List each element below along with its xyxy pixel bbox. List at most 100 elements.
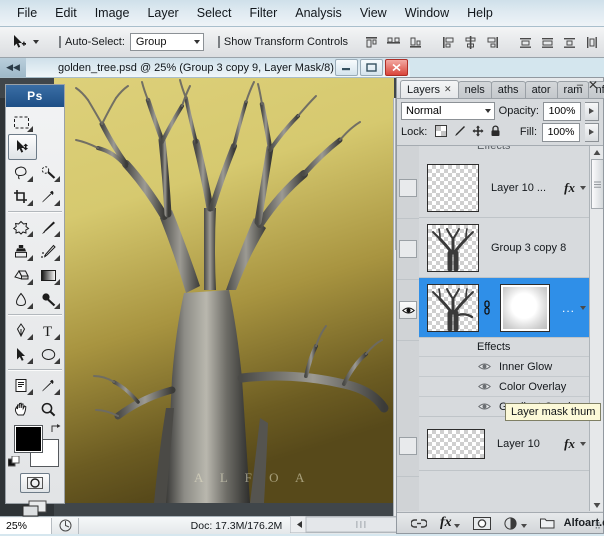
menu-item-view[interactable]: View — [351, 4, 396, 22]
align-left-edges-icon[interactable] — [439, 33, 458, 52]
effect-color-overlay[interactable]: Color Overlay — [419, 376, 590, 396]
new-group-icon[interactable] — [540, 517, 555, 529]
eye-icon[interactable] — [477, 380, 492, 393]
image-canvas[interactable]: A L F O A — [54, 78, 394, 503]
panel-close-icon[interactable]: ✕ — [588, 78, 598, 92]
layer-thumbnail[interactable] — [427, 224, 479, 272]
eye-icon[interactable] — [477, 400, 492, 413]
layer-mask-thumbnail[interactable] — [500, 284, 550, 332]
table-row[interactable]: ... — [419, 278, 590, 338]
effect-inner-glow[interactable]: Inner Glow — [419, 356, 590, 376]
lasso-tool[interactable] — [8, 160, 35, 184]
brush-tool[interactable] — [35, 215, 62, 239]
align-right-edges-icon[interactable] — [483, 33, 502, 52]
edit-in-quick-mask-mode-icon[interactable] — [20, 473, 50, 493]
menu-item-window[interactable]: Window — [396, 4, 458, 22]
scroll-up-arrow-icon[interactable] — [590, 146, 603, 158]
menu-item-layer[interactable]: Layer — [138, 4, 187, 22]
menu-item-help[interactable]: Help — [458, 4, 502, 22]
menu-item-image[interactable]: Image — [86, 4, 139, 22]
zoom-level-field[interactable]: 25% — [0, 518, 52, 534]
auto-select-checkbox[interactable] — [59, 36, 61, 48]
layer-name[interactable]: Layer 10 — [497, 438, 540, 450]
add-layer-mask-icon[interactable] — [473, 517, 491, 530]
layer-name[interactable]: ... — [562, 301, 575, 315]
ellipse-tool[interactable] — [35, 342, 62, 366]
layer-name[interactable]: Layer 10 ... — [491, 182, 546, 194]
horizontal-type-tool[interactable]: T — [35, 318, 62, 342]
layers-scroll-thumb[interactable] — [591, 159, 603, 209]
new-adjustment-layer-icon[interactable] — [504, 517, 527, 530]
align-horizontal-centers-icon[interactable] — [461, 33, 480, 52]
table-row[interactable]: Group 3 copy 8 — [419, 218, 590, 278]
expand-effects-chevron-icon[interactable] — [580, 442, 586, 446]
default-colors-icon[interactable] — [8, 456, 21, 469]
tab-paths[interactable]: aths — [491, 81, 526, 98]
menu-item-edit[interactable]: Edit — [46, 4, 86, 22]
layer-thumbnail[interactable] — [427, 164, 479, 212]
resize-grip-icon[interactable]: ⠿ — [594, 521, 601, 532]
distribute-vertical-centers-icon[interactable] — [538, 33, 557, 52]
lock-position-icon[interactable] — [472, 125, 484, 140]
document-title-bar[interactable]: ◀◀ golden_tree.psd @ 25% (Group 3 copy 9… — [0, 58, 410, 78]
gradient-tool[interactable] — [35, 263, 62, 287]
hand-tool[interactable] — [8, 397, 35, 421]
pen-tool[interactable] — [8, 318, 35, 342]
dodge-tool[interactable] — [35, 287, 62, 311]
notes-tool[interactable] — [8, 373, 35, 397]
scroll-down-arrow-icon[interactable] — [590, 499, 603, 511]
fill-field[interactable]: 100% — [542, 123, 580, 142]
quick-selection-tool[interactable] — [35, 160, 62, 184]
table-row[interactable]: Layer 10 ... fx — [419, 158, 590, 218]
crop-tool[interactable] — [8, 184, 35, 208]
show-transform-checkbox[interactable] — [218, 36, 220, 48]
lock-all-icon[interactable] — [490, 125, 501, 140]
link-mask-icon[interactable] — [482, 300, 492, 316]
auto-select-dropdown[interactable]: Group — [130, 33, 204, 51]
eraser-tool[interactable] — [8, 263, 35, 287]
move-tool[interactable] — [8, 134, 37, 160]
tool-preset-picker[interactable] — [4, 34, 45, 51]
panel-minimize-icon[interactable]: – — [577, 79, 583, 91]
status-preview-icon[interactable] — [52, 518, 79, 534]
layers-list[interactable]: Effects Layer 10 ... fx — [397, 145, 603, 511]
color-sampler-tool[interactable] — [35, 373, 62, 397]
visibility-toggle-group-3-copy-8[interactable] — [397, 219, 419, 280]
rectangular-marquee-tool[interactable] — [8, 110, 35, 134]
expand-effects-chevron-icon[interactable] — [580, 306, 586, 310]
path-selection-tool[interactable] — [8, 342, 35, 366]
minimize-button[interactable] — [335, 59, 358, 76]
distribute-left-edges-icon[interactable] — [582, 33, 601, 52]
opacity-slider-arrow-icon[interactable] — [585, 102, 599, 121]
layer-thumbnail[interactable] — [427, 284, 479, 332]
align-top-edges-icon[interactable] — [362, 33, 381, 52]
layer-thumbnail[interactable] — [427, 429, 485, 459]
tab-channels[interactable]: nels — [458, 81, 492, 98]
menu-item-analysis[interactable]: Analysis — [286, 4, 351, 22]
distribute-bottom-edges-icon[interactable] — [560, 33, 579, 52]
layers-scrollbar[interactable] — [589, 146, 603, 511]
blur-tool[interactable] — [8, 287, 35, 311]
lock-transparent-pixels-icon[interactable] — [435, 125, 447, 140]
fill-slider-arrow-icon[interactable] — [585, 123, 599, 142]
blend-mode-dropdown[interactable]: Normal — [401, 102, 495, 120]
close-icon[interactable]: ✕ — [444, 84, 452, 95]
visibility-toggle-layer-10-top[interactable] — [397, 158, 419, 219]
tab-histogram[interactable]: ram — [557, 81, 590, 98]
zoom-tool[interactable] — [35, 397, 62, 421]
align-vertical-centers-icon[interactable] — [384, 33, 403, 52]
lock-image-pixels-icon[interactable] — [453, 125, 466, 140]
clone-stamp-tool[interactable] — [8, 239, 35, 263]
expand-effects-chevron-icon[interactable] — [580, 186, 586, 190]
eye-icon[interactable] — [477, 360, 492, 373]
change-screen-mode-icon[interactable] — [20, 499, 50, 519]
foreground-color-swatch[interactable] — [14, 425, 43, 453]
link-layers-icon[interactable] — [411, 518, 427, 529]
tab-layers[interactable]: Layers ✕ — [400, 80, 459, 98]
align-bottom-edges-icon[interactable] — [406, 33, 425, 52]
table-row[interactable]: Layer 10 fx — [419, 416, 590, 471]
menu-item-file[interactable]: File — [8, 4, 46, 22]
layer-name[interactable]: Group 3 copy 8 — [491, 242, 566, 254]
visibility-toggle-selected-layer[interactable] — [397, 280, 419, 341]
layer-effects-fx-icon[interactable]: fx — [564, 436, 575, 452]
